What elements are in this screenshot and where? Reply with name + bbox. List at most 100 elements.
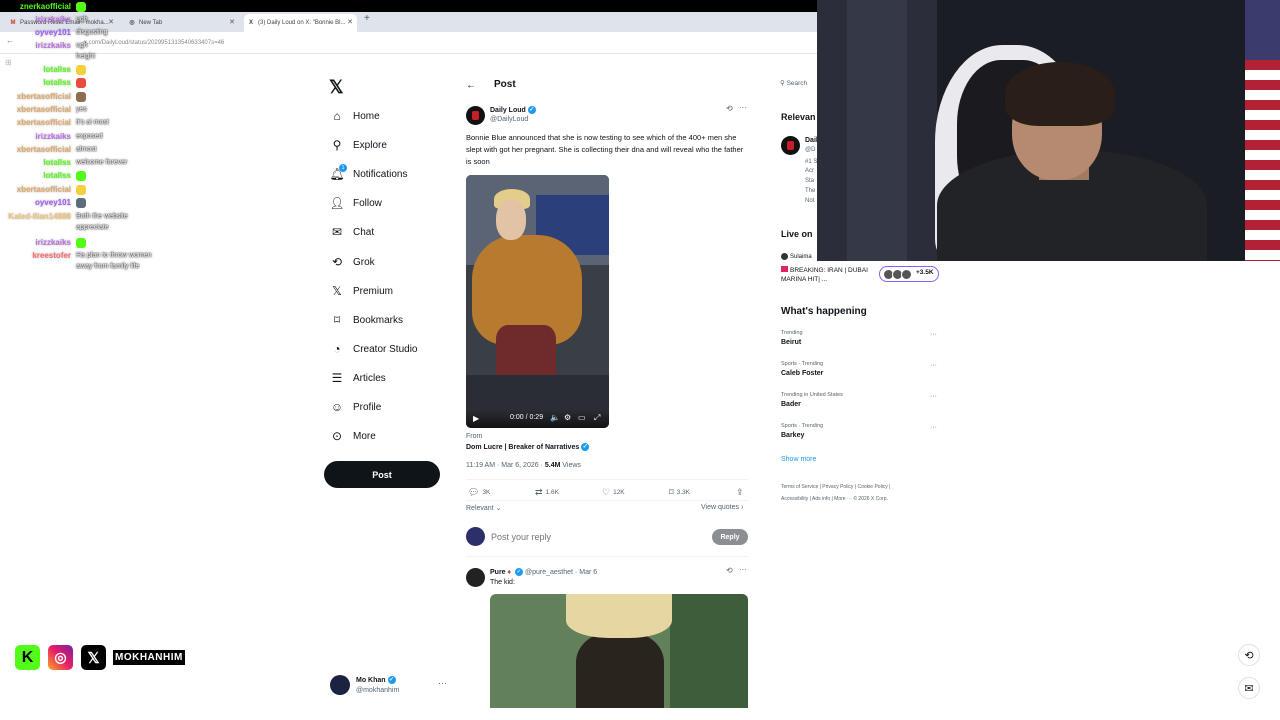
bookmark-action[interactable]: ⌑ 3.3K <box>669 487 690 498</box>
trend-name[interactable]: Caleb Foster <box>781 370 823 377</box>
footer-links[interactable]: Accessibility | Ads info | More ··· © 20… <box>781 496 931 503</box>
from-source[interactable]: Dom Lucre | Breaker of Narratives ✓ <box>466 443 590 451</box>
sidebar-item-explore[interactable]: ⚲ Explore <box>330 134 387 156</box>
sidebar-item-grok[interactable]: ⟲ Grok <box>330 251 375 273</box>
reply-date[interactable]: Mar 6 <box>579 569 597 576</box>
chat-text: it's ai most <box>76 119 109 126</box>
tweet-author-name[interactable]: Daily Loud ✓ <box>490 106 536 114</box>
trend-name[interactable]: Beirut <box>781 339 801 346</box>
trend-name[interactable]: Barkey <box>781 432 804 439</box>
search-icon: ⚲ <box>780 80 785 87</box>
tweet-video[interactable]: ▶ 0:00 / 0:29 🔈 ⚙ ▭ ⤢ <box>466 175 609 428</box>
kick-icon: K <box>15 645 40 670</box>
reply-input[interactable] <box>491 530 691 544</box>
more-icon[interactable]: ··· <box>739 565 747 574</box>
x-icon: 𝕏 <box>81 645 106 670</box>
x-logo[interactable]: 𝕏 <box>329 78 347 96</box>
sidebar-item-premium[interactable]: 𝕏 Premium <box>330 280 393 302</box>
account-switcher[interactable]: Mo Khan ✓ @mokhanhim ··· <box>330 675 450 697</box>
live-space-title[interactable]: BREAKING: IRAN | DUBAI MARINA HIT| ... <box>781 266 877 284</box>
reply-button[interactable]: Reply <box>712 529 748 545</box>
reply-author-handle[interactable]: @pure_aesthet <box>525 569 573 576</box>
more-icon[interactable]: ··· <box>930 362 937 369</box>
studio-icon: ◔ <box>333 342 341 356</box>
play-icon[interactable]: ▶ <box>473 414 479 423</box>
messages-float-icon[interactable]: ✉ <box>1238 677 1260 699</box>
chat-username: xbertasofficial <box>16 92 71 101</box>
sort-replies-dropdown[interactable]: Relevant ⌄ <box>466 504 501 512</box>
sidebar-item-home[interactable]: ⌂ Home <box>330 105 379 127</box>
trend-name[interactable]: Bader <box>781 401 801 408</box>
listener-count: +3.5K <box>916 269 934 276</box>
tab-x-post[interactable]: X (3) Daily Loud on X: "Bonnie Bl... ✕ <box>244 14 357 32</box>
divider <box>466 500 748 501</box>
grok-icon[interactable]: ⟲ <box>726 566 733 575</box>
reply-image[interactable] <box>490 594 748 708</box>
stream-chat: znerkaofficial irizzkaiks ugh oyvey101 disgu… <box>0 0 240 270</box>
reply-author-name[interactable]: Pure <box>490 569 506 576</box>
sidebar-item-articles[interactable]: ☰ Articles <box>330 367 386 389</box>
chat-username: xbertasofficial <box>16 105 71 114</box>
fullscreen-icon[interactable]: ⤢ <box>594 413 600 423</box>
page-title: Post <box>494 79 516 90</box>
sidebar-item-chat[interactable]: ✉ Chat <box>330 221 374 243</box>
new-tab-button[interactable]: + <box>364 13 370 24</box>
grok-float-icon[interactable]: ⟲ <box>1238 644 1260 666</box>
sidebar-item-notifications[interactable]: 🔔︎ 1 Notifications <box>329 163 407 185</box>
like-action[interactable]: ♡ 12K <box>602 487 625 498</box>
chat-message: irizzkaiks <box>0 236 240 249</box>
grok-icon[interactable]: ⟲ <box>726 104 733 113</box>
pip-icon[interactable]: ▭ <box>578 413 586 422</box>
image-region <box>670 594 748 708</box>
x-tab-icon: X <box>248 20 253 26</box>
more-icon[interactable]: ··· <box>930 393 937 400</box>
image-region <box>576 632 664 708</box>
emote-icon <box>76 198 86 208</box>
live-host[interactable]: Sulaima <box>781 253 812 260</box>
sidebar-item-follow[interactable]: 👤︎ Follow <box>329 192 382 214</box>
more-icon[interactable]: ··· <box>930 424 937 431</box>
tweet-author-handle[interactable]: @DailyLoud <box>490 116 528 123</box>
volume-icon[interactable]: 🔈 <box>550 413 560 422</box>
close-tab-icon[interactable]: ✕ <box>347 14 353 32</box>
chat-message: oyvey101 <box>0 196 240 209</box>
repost-action[interactable]: ⇄ 1.6K <box>535 487 559 498</box>
chat-username: lotallss <box>43 78 71 87</box>
webcam-overlay <box>817 0 1280 261</box>
video-frame <box>496 200 526 240</box>
reply-text: The kid: <box>490 579 515 586</box>
reply-action[interactable]: 💬︎ 3K <box>468 487 490 498</box>
search-input[interactable]: ⚲ Search <box>780 79 807 87</box>
live-listeners-badge[interactable]: +3.5K <box>879 266 939 282</box>
show-more-link[interactable]: Show more <box>781 456 816 463</box>
sidebar-item-label: Premium <box>353 285 394 297</box>
sidebar-item-profile[interactable]: ☺ Profile <box>330 396 382 418</box>
back-arrow-icon[interactable]: ← <box>466 80 476 91</box>
emote-icon <box>76 185 86 195</box>
chat-message: lotallss <box>0 169 240 182</box>
chat-username: irizzkaiks <box>35 238 71 247</box>
view-count: 5.4M <box>544 462 561 469</box>
relevant-card-text: Not <box>805 198 815 204</box>
avatar[interactable] <box>466 106 485 125</box>
chat-message: xbertasofficial almost <box>0 143 240 156</box>
more-icon[interactable]: ··· <box>438 678 447 688</box>
avatar[interactable] <box>466 568 485 587</box>
view-quotes-link[interactable]: View quotes › <box>701 504 743 511</box>
more-icon[interactable]: ··· <box>930 331 937 338</box>
instagram-icon: ◎ <box>48 645 73 670</box>
verified-icon: ✓ <box>515 568 524 576</box>
sidebar-item-creator-studio[interactable]: ◔ Creator Studio <box>330 338 417 360</box>
settings-icon[interactable]: ⚙ <box>564 413 571 422</box>
sidebar-item-bookmarks[interactable]: ⌑ Bookmarks <box>330 309 403 331</box>
sidebar-item-label: Grok <box>353 256 375 268</box>
footer-links[interactable]: Terms of Service | Privacy Policy | Cook… <box>781 484 931 491</box>
reply-header: Pure ♦ ✓ @pure_aesthet · Mar 6 <box>490 568 597 576</box>
trend-context: Trending <box>781 330 803 336</box>
grok-icon: ⟲ <box>331 255 343 269</box>
more-icon[interactable]: ··· <box>739 103 747 112</box>
avatar[interactable] <box>781 136 800 155</box>
share-action[interactable]: ⇪ <box>736 487 747 498</box>
sidebar-item-more[interactable]: ⊙ More <box>330 425 376 447</box>
post-button[interactable]: Post <box>324 461 440 488</box>
